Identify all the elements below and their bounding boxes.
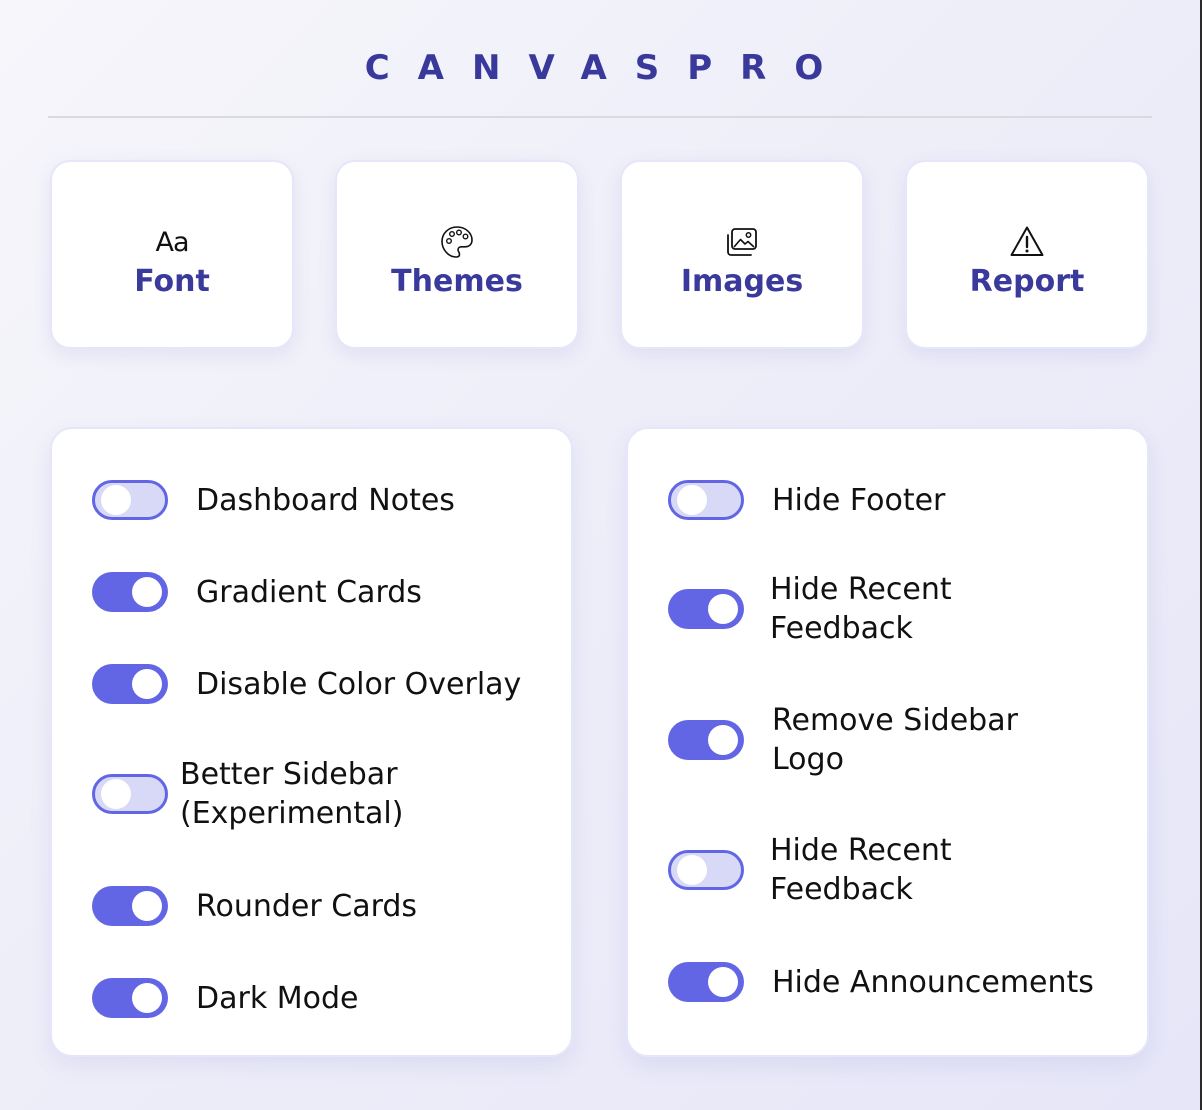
option-label: Hide Recent Feedback: [770, 833, 952, 907]
dark-mode-toggle[interactable]: [92, 978, 168, 1018]
option-label: Better Sidebar (Experimental): [180, 757, 404, 831]
palette-icon: [439, 224, 475, 260]
images-icon: [724, 224, 760, 260]
option-disable-color-overlay: Disable Color Overlay: [92, 664, 521, 704]
app-title: CANVASPRO: [364, 48, 852, 88]
option-label: Dashboard Notes: [196, 482, 455, 518]
font-icon: Aa: [155, 226, 189, 258]
option-hide-announcements: Hide Announcements: [668, 962, 1094, 1002]
hide-footer-toggle[interactable]: [668, 480, 744, 520]
report-tile-button[interactable]: Report: [905, 160, 1149, 349]
dashboard-notes-toggle[interactable]: [92, 480, 168, 520]
gradient-cards-toggle[interactable]: [92, 572, 168, 612]
header-divider: [48, 116, 1152, 118]
options-panel-right: Hide Footer Hide Recent Feedback Remove …: [626, 427, 1149, 1057]
option-label: Hide Recent Feedback: [770, 572, 952, 646]
themes-tile-button[interactable]: Themes: [335, 160, 579, 349]
better-sidebar-toggle[interactable]: [92, 774, 168, 814]
option-label: Dark Mode: [196, 980, 359, 1016]
option-rounder-cards: Rounder Cards: [92, 886, 417, 926]
option-label: Rounder Cards: [196, 888, 418, 924]
font-tile-button[interactable]: Aa Font: [50, 160, 294, 349]
option-hide-recent-feedback-2: Hide Recent Feedback: [668, 831, 1030, 909]
tile-label: Font: [134, 264, 210, 299]
hide-recent-feedback-toggle[interactable]: [668, 589, 744, 629]
feature-tiles: Aa Font Themes Images Report: [50, 160, 1149, 349]
option-label: Hide Footer: [772, 482, 946, 518]
warning-icon: [1009, 224, 1045, 260]
remove-sidebar-logo-toggle[interactable]: [668, 720, 744, 760]
tile-label: Images: [680, 264, 804, 299]
tile-label: Report: [969, 264, 1085, 299]
option-label: Disable Color Overlay: [196, 666, 522, 702]
option-dashboard-notes: Dashboard Notes: [92, 480, 455, 520]
images-tile-button[interactable]: Images: [620, 160, 864, 349]
options-panel-left: Dashboard Notes Gradient Cards Disable C…: [50, 427, 573, 1057]
disable-color-overlay-toggle[interactable]: [92, 664, 168, 704]
option-label: Hide Announcements: [772, 964, 1094, 1000]
hide-recent-feedback-2-toggle[interactable]: [668, 850, 744, 890]
option-better-sidebar: Better Sidebar (Experimental): [92, 755, 440, 833]
option-remove-sidebar-logo: Remove Sidebar Logo: [668, 701, 1072, 779]
option-label: Remove Sidebar Logo: [772, 703, 1018, 777]
option-hide-recent-feedback: Hide Recent Feedback: [668, 570, 1030, 648]
option-hide-footer: Hide Footer: [668, 480, 945, 520]
option-label: Gradient Cards: [196, 574, 422, 610]
rounder-cards-toggle[interactable]: [92, 886, 168, 926]
hide-announcements-toggle[interactable]: [668, 962, 744, 1002]
tile-label: Themes: [391, 264, 523, 299]
option-dark-mode: Dark Mode: [92, 978, 358, 1018]
option-gradient-cards: Gradient Cards: [92, 572, 422, 612]
